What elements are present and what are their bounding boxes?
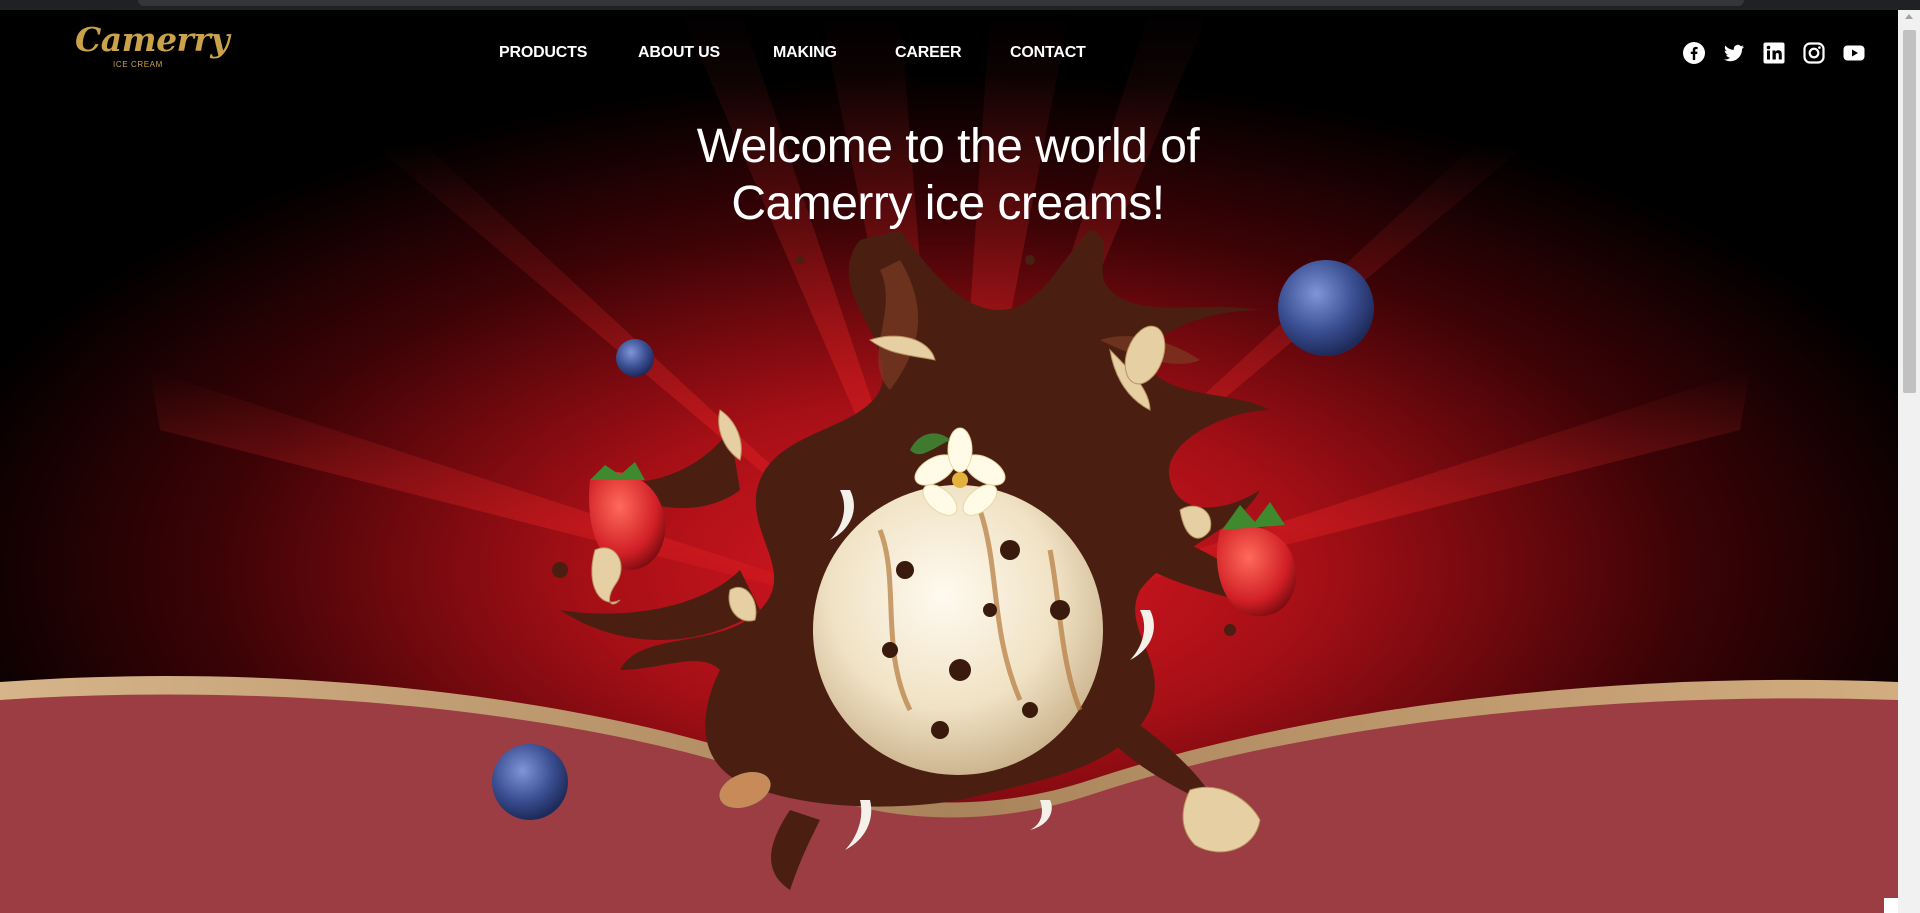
twitter-icon[interactable] bbox=[1722, 41, 1746, 65]
linkedin-icon[interactable] bbox=[1762, 41, 1786, 65]
nav-career[interactable]: CAREER bbox=[895, 44, 962, 62]
browser-tab-strip bbox=[138, 0, 1744, 6]
nav-making[interactable]: MAKING bbox=[773, 44, 837, 62]
hero-headline: Welcome to the world of Camerry ice crea… bbox=[598, 118, 1298, 232]
nav-about-us[interactable]: ABOUT US bbox=[638, 44, 720, 62]
scrollbar-thumb[interactable] bbox=[1903, 30, 1916, 393]
hero-headline-line2: Camerry ice creams! bbox=[731, 177, 1165, 230]
page-viewport: Camerry ICE CREAM PRODUCTS ABOUT US MAKI… bbox=[0, 10, 1898, 913]
nav-products[interactable]: PRODUCTS bbox=[499, 44, 587, 62]
site-header: Camerry ICE CREAM PRODUCTS ABOUT US MAKI… bbox=[0, 10, 1898, 90]
hero-headline-line1: Welcome to the world of bbox=[696, 120, 1200, 173]
nav-contact[interactable]: CONTACT bbox=[1010, 44, 1086, 62]
scroll-up-arrow-icon[interactable] bbox=[1905, 14, 1913, 19]
page-scrollbar[interactable] bbox=[1898, 10, 1920, 913]
brand-name: Camerry bbox=[75, 20, 230, 59]
browser-top-bar bbox=[0, 0, 1920, 10]
instagram-icon[interactable] bbox=[1802, 41, 1826, 65]
brand-logo[interactable]: Camerry ICE CREAM bbox=[75, 20, 230, 70]
scroll-corner bbox=[1884, 898, 1898, 913]
youtube-icon[interactable] bbox=[1842, 41, 1866, 65]
brand-tagline: ICE CREAM bbox=[113, 60, 163, 69]
facebook-icon[interactable] bbox=[1682, 41, 1706, 65]
